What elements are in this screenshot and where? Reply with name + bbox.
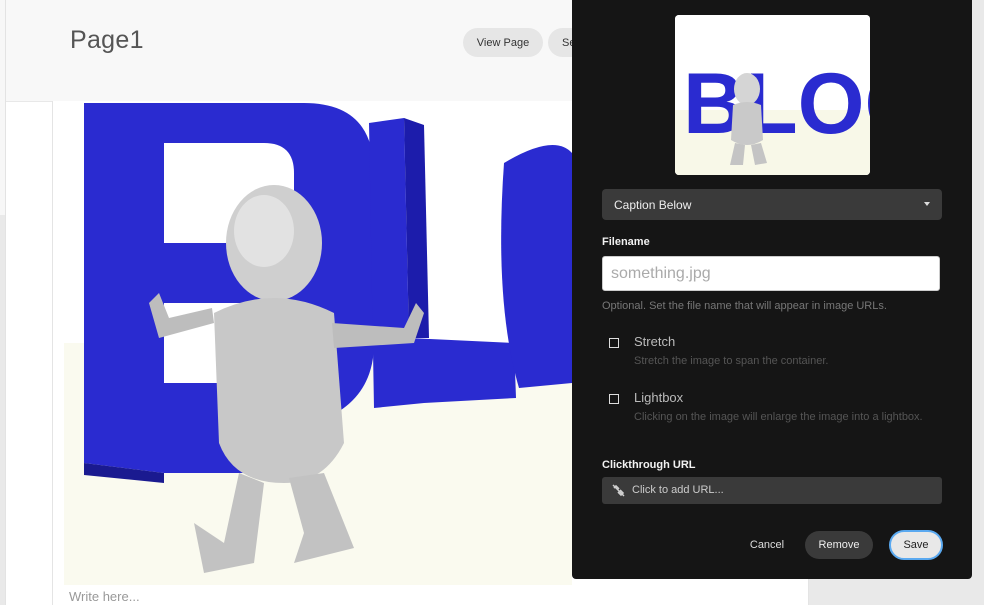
stretch-label: Stretch xyxy=(634,334,676,349)
clickthrough-url-field[interactable]: Click to add URL... xyxy=(602,477,942,504)
stretch-checkbox[interactable] xyxy=(609,338,619,348)
thumbnail-illustration: BLOG xyxy=(675,15,870,175)
caret-down-icon xyxy=(924,202,930,206)
stretch-description: Stretch the image to span the container. xyxy=(634,355,829,367)
write-here-placeholder[interactable]: Write here... xyxy=(69,589,140,604)
filename-input[interactable]: something.jpg xyxy=(602,256,940,291)
lightbox-description: Clicking on the image will enlarge the i… xyxy=(634,411,923,423)
unlink-icon xyxy=(612,484,625,497)
thumbnail-blog-text: BLOG xyxy=(683,56,870,152)
image-settings-panel: BLOG Caption Below Filename something.jp… xyxy=(572,0,972,579)
blog-image[interactable] xyxy=(64,103,572,585)
filename-help: Optional. Set the file name that will ap… xyxy=(602,300,887,312)
caption-select-value: Caption Below xyxy=(614,198,692,212)
blog-illustration xyxy=(64,103,572,585)
cancel-button[interactable]: Cancel xyxy=(742,531,792,559)
caption-position-select[interactable]: Caption Below xyxy=(602,189,942,220)
view-page-button[interactable]: View Page xyxy=(463,28,543,57)
remove-button[interactable]: Remove xyxy=(805,531,873,559)
save-button[interactable]: Save xyxy=(889,530,943,560)
lightbox-checkbox[interactable] xyxy=(609,394,619,404)
clickthrough-url-placeholder: Click to add URL... xyxy=(632,484,724,496)
lightbox-label: Lightbox xyxy=(634,390,684,405)
clickthrough-url-label: Clickthrough URL xyxy=(602,459,696,471)
filename-label: Filename xyxy=(602,236,650,248)
image-thumbnail: BLOG xyxy=(675,15,870,175)
page-title: Page1 xyxy=(70,26,144,54)
